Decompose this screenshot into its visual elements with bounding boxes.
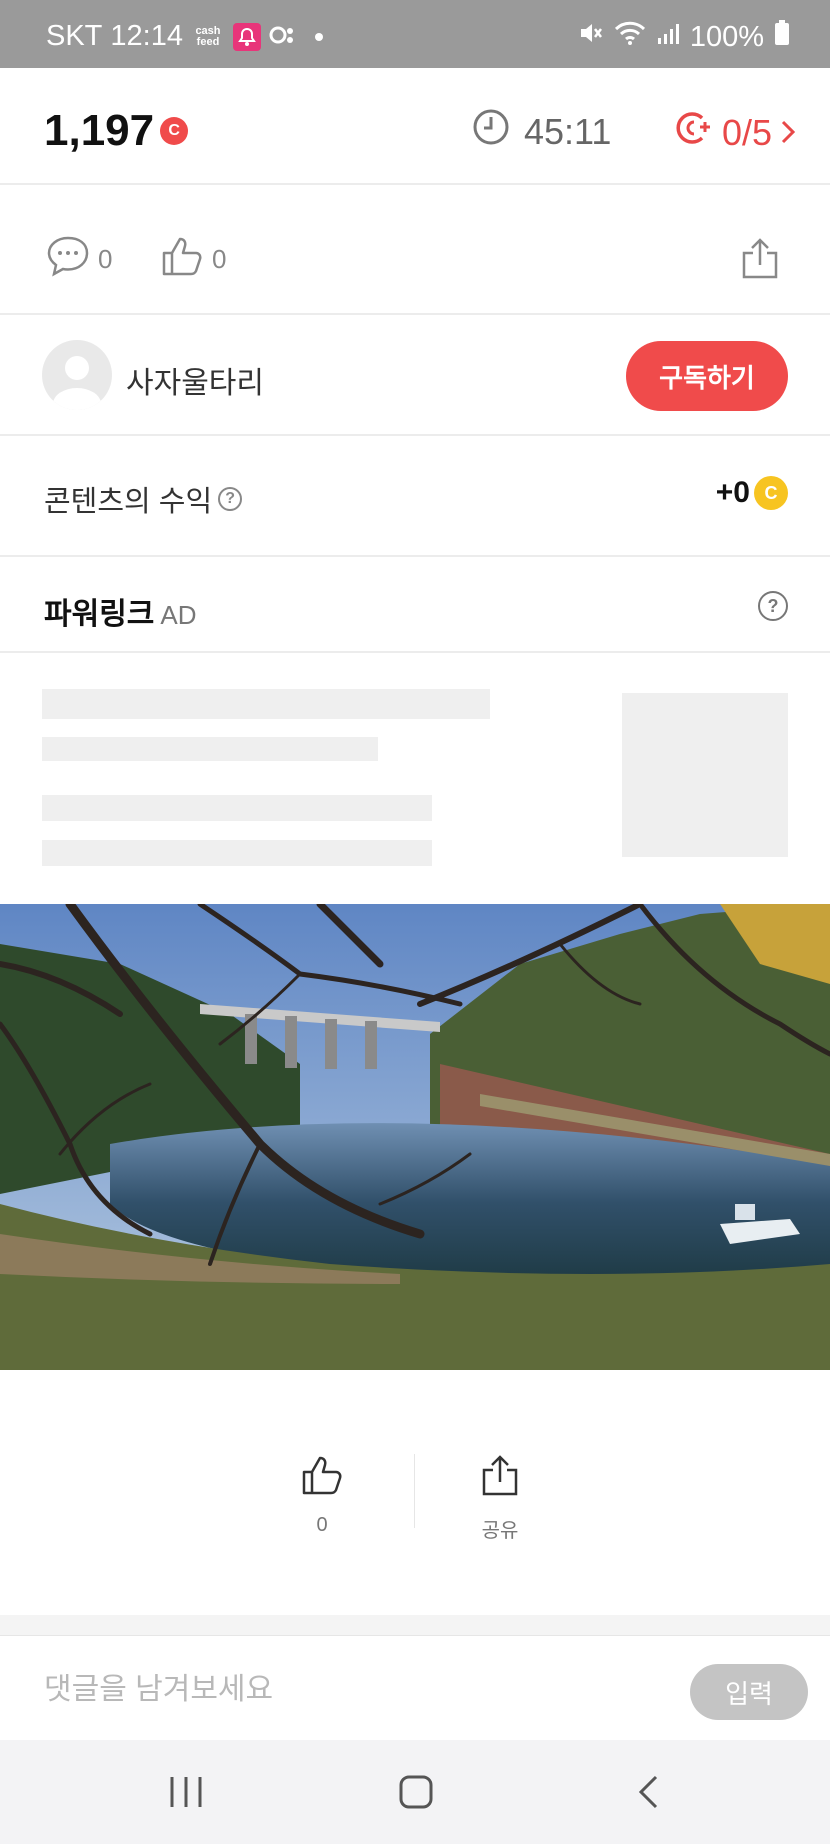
like-reaction-count: 0 xyxy=(316,1514,328,1536)
system-nav-bar xyxy=(0,1740,830,1844)
share-reaction-button[interactable]: 공유 xyxy=(480,1454,520,1543)
comment-count: 0 xyxy=(98,244,113,274)
points-header: 1,197 C 45:11 0/5 xyxy=(0,68,830,185)
carrier-label: SKT xyxy=(46,20,103,52)
status-bar: SKT 12:14 cash feed 100% xyxy=(0,0,830,68)
content-earnings-row: 콘텐츠의 수익 ? +0 C xyxy=(0,436,830,557)
like-reaction-button[interactable]: 0 xyxy=(300,1454,344,1537)
cash-coin-icon: C xyxy=(160,117,189,145)
ad-title: 파워링크 xyxy=(44,598,155,631)
subscribe-button[interactable]: 구독하기 xyxy=(626,341,788,411)
skeleton-line xyxy=(42,840,432,866)
points-value: 1,197 xyxy=(44,106,155,155)
author-row: 사자울타리 구독하기 xyxy=(0,315,830,436)
post-actions: 0 0 xyxy=(0,185,830,315)
lake-landscape-photo xyxy=(0,904,830,1370)
link-icon xyxy=(269,20,299,53)
comment-input[interactable] xyxy=(44,1666,644,1714)
notification-dot-icon xyxy=(314,32,323,41)
skeleton-thumbnail xyxy=(622,693,788,857)
clock-time: 12:14 xyxy=(110,20,183,52)
reaction-divider xyxy=(414,1454,415,1528)
quota-value: 0/5 xyxy=(721,111,772,153)
comment-icon xyxy=(46,235,90,284)
post-photo[interactable] xyxy=(0,904,830,1370)
avatar[interactable] xyxy=(42,340,112,410)
skeleton-line xyxy=(42,689,490,719)
section-divider xyxy=(0,1615,830,1635)
comment-submit-button[interactable]: 입력 xyxy=(690,1664,808,1720)
cashfeed-icon: cash feed xyxy=(195,24,221,48)
mute-icon xyxy=(578,20,604,54)
back-button[interactable] xyxy=(636,1774,662,1815)
earnings-label-group: 콘텐츠의 수익 ? xyxy=(44,478,243,520)
earnings-label: 콘텐츠의 수익 xyxy=(44,486,213,518)
thumbs-up-icon xyxy=(300,1454,344,1502)
signal-icon xyxy=(656,21,680,54)
timer-value: 45:11 xyxy=(524,110,612,152)
post-reactions: 0 공유 xyxy=(0,1370,830,1615)
ad-tag: AD xyxy=(160,600,197,630)
bell-icon xyxy=(232,22,261,51)
ad-title-group: 파워링크 AD xyxy=(44,589,197,633)
home-button[interactable] xyxy=(398,1774,434,1815)
skeleton-line xyxy=(42,795,432,821)
reward-timer: 45:11 xyxy=(472,108,611,155)
wifi-icon xyxy=(614,20,646,54)
points-total: 1,197 C xyxy=(44,106,189,156)
powerlink-ad-header: 파워링크 AD ? xyxy=(0,557,830,653)
author-name[interactable]: 사자울타리 xyxy=(126,358,264,402)
clock-icon xyxy=(472,108,510,155)
earnings-value: +0 xyxy=(715,476,750,509)
coin-icon: C xyxy=(754,476,788,510)
coin-plus-icon xyxy=(674,108,714,157)
share-label: 공유 xyxy=(481,1520,519,1542)
comment-bar: 입력 xyxy=(0,1635,830,1740)
chevron-right-icon xyxy=(780,112,796,154)
reward-quota-button[interactable]: 0/5 xyxy=(674,108,796,157)
recent-apps-button[interactable] xyxy=(168,1774,204,1815)
thumbs-up-icon xyxy=(160,235,204,284)
ad-help-icon[interactable]: ? xyxy=(758,591,788,621)
like-count-button[interactable]: 0 xyxy=(160,235,226,284)
like-count: 0 xyxy=(212,244,227,274)
earnings-value-group: +0 C xyxy=(716,476,788,510)
share-icon xyxy=(740,237,780,286)
comment-count-button[interactable]: 0 xyxy=(46,235,112,284)
help-icon[interactable]: ? xyxy=(218,487,243,511)
skeleton-line xyxy=(42,737,378,761)
battery-percent: 100% xyxy=(689,20,764,53)
share-button[interactable] xyxy=(740,237,780,286)
share-icon xyxy=(480,1454,520,1502)
battery-icon xyxy=(774,20,790,54)
